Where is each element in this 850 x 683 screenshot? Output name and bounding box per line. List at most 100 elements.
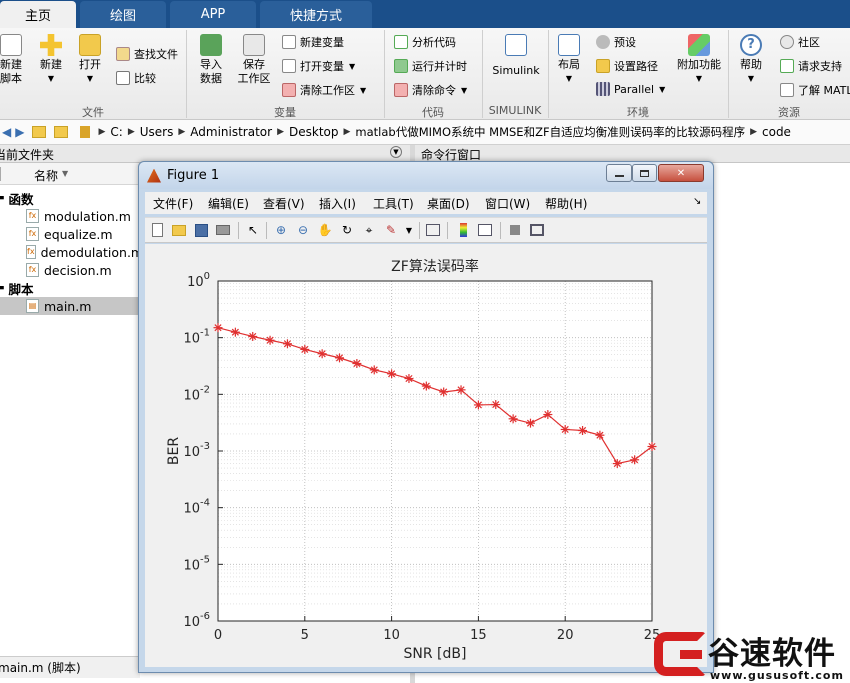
- zoom-out-icon[interactable]: ⊖: [295, 222, 311, 238]
- parallel-button[interactable]: Parallel ▼: [596, 82, 665, 96]
- variable-group-label: 变量: [274, 106, 296, 119]
- plot-canvas[interactable]: 100 10-1 10-2 10-3 10-4 10-5 10-6 0 5 10 15 20 25 ZF…: [145, 244, 707, 667]
- import-data-button[interactable]: 导入 数据: [192, 34, 230, 86]
- menu-file[interactable]: 文件(F): [153, 195, 193, 212]
- breadcrumb-item[interactable]: Administrator: [190, 125, 272, 139]
- preferences-button[interactable]: 预设: [596, 34, 636, 50]
- file-list-column-header[interactable]: 名称 ▼: [0, 163, 140, 185]
- new-script-button[interactable]: 新建 脚本: [0, 34, 28, 86]
- legend-icon[interactable]: [477, 222, 493, 238]
- menu-edit[interactable]: 编辑(E): [208, 195, 249, 212]
- set-path-button[interactable]: 设置路径: [596, 58, 658, 74]
- open-file-icon[interactable]: [171, 222, 187, 238]
- save-workspace-button[interactable]: 保存 工作区: [234, 34, 274, 86]
- sort-icon: ▼: [62, 169, 69, 178]
- rotate-3d-icon[interactable]: ↻: [339, 222, 355, 238]
- new-button[interactable]: 新建 ▼: [34, 34, 68, 86]
- browse-folder-icon[interactable]: [54, 126, 69, 138]
- file-row[interactable]: fx demodulation.m: [26, 243, 142, 261]
- run-and-time-button[interactable]: 运行并计时: [394, 58, 467, 74]
- y-tick-label: 100: [187, 271, 210, 290]
- learn-matlab-button[interactable]: 了解 MATL: [780, 82, 850, 98]
- g-logo-bar: [680, 650, 702, 659]
- maximize-button[interactable]: [632, 164, 657, 182]
- data-cursor-icon[interactable]: ⌖: [361, 222, 377, 238]
- minimize-button[interactable]: [606, 164, 632, 182]
- find-files-button[interactable]: 查找文件: [116, 46, 178, 62]
- menu-help[interactable]: 帮助(H): [545, 195, 587, 212]
- x-tick-label: 20: [557, 628, 574, 643]
- matlab-logo-icon: [147, 168, 161, 183]
- menu-insert[interactable]: 插入(I): [319, 195, 356, 212]
- back-icon[interactable]: ◀: [2, 125, 11, 139]
- menu-window[interactable]: 窗口(W): [485, 195, 530, 212]
- open-variable-button[interactable]: 打开变量 ▼: [282, 58, 355, 74]
- brush-dropdown-icon[interactable]: ▼: [401, 222, 417, 238]
- tab-plots[interactable]: 绘图: [80, 1, 166, 28]
- colorbar-icon[interactable]: [455, 222, 471, 238]
- breadcrumb-item[interactable]: code: [762, 125, 791, 139]
- addons-icon: [688, 34, 710, 56]
- new-figure-icon[interactable]: [149, 222, 165, 238]
- breadcrumb-item[interactable]: Desktop: [289, 125, 339, 139]
- breadcrumb-separator-icon: ▶: [98, 127, 106, 137]
- new-variable-label: 新建变量: [300, 36, 344, 49]
- hide-plot-tools-icon[interactable]: [507, 222, 523, 238]
- clear-commands-dropdown-icon: ▼: [461, 85, 468, 95]
- scripts-section[interactable]: ▬ 脚本: [0, 279, 140, 297]
- watermark-brand: 谷速软件: [708, 636, 836, 672]
- print-icon[interactable]: [215, 222, 231, 238]
- dock-arrow-icon[interactable]: ↘: [693, 196, 701, 207]
- new-variable-button[interactable]: 新建变量: [282, 34, 344, 50]
- menu-desktop[interactable]: 桌面(D): [427, 195, 470, 212]
- collapse-icon[interactable]: ▬: [0, 193, 5, 203]
- breadcrumb-item[interactable]: C:: [110, 125, 122, 139]
- open-button[interactable]: 打开 ▼: [73, 34, 107, 86]
- breadcrumb-item[interactable]: matlab代做MIMO系统中 MMSE和ZF自适应均衡准则误码率的比较源码程序: [355, 124, 745, 140]
- compare-button[interactable]: 比较: [116, 70, 156, 86]
- save-icon[interactable]: [193, 222, 209, 238]
- request-support-button[interactable]: 请求支持: [780, 58, 842, 74]
- zoom-in-icon[interactable]: ⊕: [273, 222, 289, 238]
- clear-workspace-button[interactable]: 清除工作区 ▼: [282, 82, 366, 98]
- breadcrumb-item[interactable]: Users: [140, 125, 174, 139]
- clear-workspace-icon: [282, 83, 296, 97]
- tab-apps[interactable]: APP: [170, 1, 256, 28]
- figure-window[interactable]: Figure 1 ✕ 文件(F) 编辑(E) 查看(V) 插入(I) 工具(T)…: [138, 161, 714, 673]
- ber-chart[interactable]: 10010-110-210-310-410-510-60 5 10 15 20 25 ZF…: [145, 244, 707, 667]
- pointer-icon[interactable]: ↖: [245, 222, 261, 238]
- file-name: modulation.m: [44, 208, 131, 224]
- breadcrumb-separator-icon: ▶: [277, 127, 284, 137]
- community-button[interactable]: 社区: [780, 34, 820, 50]
- up-folder-icon[interactable]: [32, 126, 47, 138]
- y-tick-label: 10-6: [183, 611, 210, 630]
- menu-view[interactable]: 查看(V): [263, 195, 305, 212]
- link-plot-icon[interactable]: [425, 222, 441, 238]
- section-label: 函数: [8, 191, 34, 207]
- clear-commands-button[interactable]: 清除命令 ▼: [394, 82, 467, 98]
- help-button[interactable]: ? 帮助 ▼: [734, 34, 768, 86]
- show-plot-tools-icon[interactable]: [529, 222, 545, 238]
- functions-section[interactable]: ▬ 函数: [0, 189, 140, 207]
- watermark-logo: 谷速软件 www.gususoft.com: [650, 628, 850, 683]
- simulink-button[interactable]: Simulink: [488, 34, 544, 78]
- breadcrumb-separator-icon: ▶: [343, 127, 351, 137]
- close-button[interactable]: ✕: [658, 164, 704, 182]
- resources-group-label: 资源: [778, 106, 800, 119]
- addons-button[interactable]: 附加功能 ▼: [674, 34, 724, 86]
- figure-title-bar[interactable]: Figure 1 ✕: [139, 162, 713, 189]
- brush-icon[interactable]: ✎: [383, 222, 399, 238]
- menu-tools[interactable]: 工具(T): [373, 195, 414, 212]
- find-files-icon: [116, 47, 130, 61]
- layout-button[interactable]: 布局 ▼: [553, 34, 585, 86]
- panel-menu-icon[interactable]: ▼: [390, 146, 402, 158]
- analyze-code-button[interactable]: 分析代码: [394, 34, 456, 50]
- collapse-icon[interactable]: ▬: [0, 283, 5, 293]
- forward-icon[interactable]: ▶: [15, 125, 24, 139]
- y-tick-label: 10-3: [183, 441, 210, 460]
- pan-hand-icon[interactable]: ✋: [317, 222, 333, 238]
- tab-shortcuts[interactable]: 快捷方式: [260, 1, 372, 28]
- tab-home[interactable]: 主页: [0, 1, 76, 28]
- file-row-selected[interactable]: ▤ main.m: [0, 297, 140, 315]
- data-point-marker: [248, 331, 258, 341]
